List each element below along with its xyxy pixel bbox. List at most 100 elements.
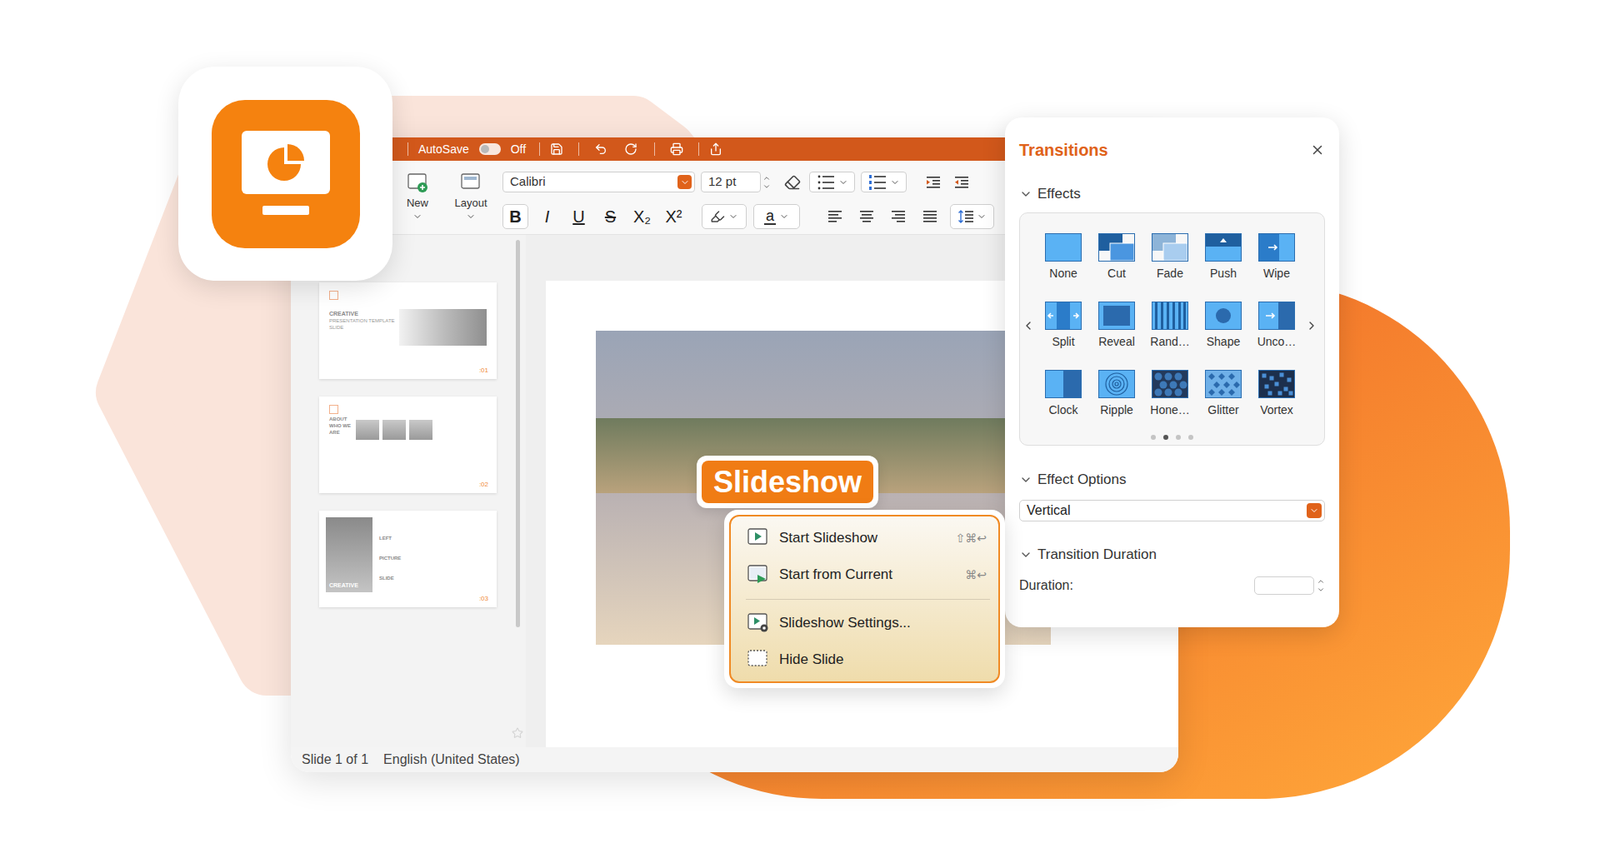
split-effect-icon: [1045, 301, 1082, 330]
line-spacing-button[interactable]: [950, 204, 995, 230]
strike-button[interactable]: S: [597, 204, 624, 230]
start-slideshow-icon: [747, 528, 770, 549]
print-icon[interactable]: [670, 142, 684, 156]
highlight-button[interactable]: [701, 204, 747, 230]
align-right-icon[interactable]: [890, 209, 907, 225]
effect-item[interactable]: Hone…: [1143, 370, 1197, 418]
wipe-effect-icon: [1258, 233, 1295, 262]
effect-option-select[interactable]: Vertical: [1019, 500, 1325, 522]
autosave-state: Off: [510, 140, 526, 159]
page-dot[interactable]: [1188, 435, 1194, 440]
effect-item[interactable]: Ripple: [1090, 370, 1144, 418]
effect-item[interactable]: None: [1036, 233, 1090, 281]
fade-effect-icon: [1151, 233, 1189, 262]
page-dot[interactable]: [1175, 435, 1181, 440]
slide-number: :03: [479, 595, 489, 604]
indent-decrease-icon[interactable]: [953, 175, 970, 190]
bullet-list-icon: [816, 174, 835, 191]
slide-thumbnail[interactable]: CREATIVELEFT PICTURE SLIDE:03: [319, 510, 497, 608]
align-justify-icon[interactable]: [921, 209, 939, 225]
chevron-icon: [728, 211, 739, 222]
sup-button[interactable]: X²: [660, 204, 687, 230]
numbered-list-button[interactable]: [860, 171, 907, 193]
presentation-logo-icon: [239, 130, 333, 218]
italic-button[interactable]: I: [534, 204, 560, 230]
vortex-effect-icon: [1258, 370, 1295, 399]
menu-item[interactable]: Hide Slide: [730, 641, 999, 679]
align-left-icon[interactable]: [826, 209, 844, 225]
bold-button[interactable]: B: [502, 204, 529, 230]
cut-effect-icon: [1098, 233, 1135, 262]
chevron-icon: [779, 211, 790, 222]
new-button[interactable]: New: [395, 171, 440, 222]
language[interactable]: English (United States): [383, 750, 520, 770]
app-icon-card: [178, 66, 393, 281]
effects-grid: NoneCutFadePushWipe SplitRevealRand…Shape…: [1019, 212, 1325, 446]
effect-item[interactable]: Shape: [1196, 301, 1250, 350]
autosave-toggle[interactable]: [479, 143, 501, 155]
decrease-icon[interactable]: [1316, 585, 1325, 595]
font-select[interactable]: Calibri: [502, 171, 695, 193]
scrollbar[interactable]: [515, 240, 520, 628]
section-header[interactable]: Transition Duration: [1019, 543, 1325, 567]
share-icon[interactable]: [709, 142, 723, 156]
undo-icon[interactable]: [594, 142, 608, 156]
underline-button[interactable]: U: [565, 204, 592, 230]
push-effect-icon: [1205, 233, 1242, 262]
slide-title: LEFT PICTURE SLIDE: [379, 535, 401, 581]
effect-item[interactable]: Cut: [1090, 233, 1144, 281]
increase-icon[interactable]: [1316, 577, 1325, 586]
clear-format-icon[interactable]: [784, 174, 801, 191]
effect-item[interactable]: Glitter: [1196, 370, 1250, 418]
menu-item[interactable]: Start Slideshow⇧⌘↩: [730, 520, 999, 557]
settings-slideshow-icon: [747, 613, 770, 634]
slide-number: :02: [479, 480, 489, 490]
section-header[interactable]: Effects: [1019, 182, 1325, 206]
font-color-button[interactable]: a: [753, 204, 800, 230]
slide-thumbnail[interactable]: ABOUT WHO WE ARE:02: [319, 396, 497, 494]
star-icon[interactable]: [511, 727, 524, 740]
page-dot[interactable]: [1150, 435, 1156, 440]
effect-item[interactable]: Push: [1196, 233, 1250, 281]
slide-thumbnail[interactable]: CREATIVEPRESENTATION TEMPLATE SLIDE:01: [319, 282, 497, 380]
close-icon[interactable]: [1310, 142, 1325, 158]
font-size-field[interactable]: 12 pt: [700, 171, 761, 193]
effect-item[interactable]: Unco…: [1250, 301, 1304, 350]
highlighter-icon: [710, 209, 725, 225]
layout-button[interactable]: Layout: [449, 171, 493, 222]
uncover-effect-icon: [1258, 301, 1295, 330]
previous-icon[interactable]: [1021, 319, 1035, 333]
redo-icon[interactable]: [624, 142, 638, 156]
transitions-panel: TransitionsEffectsNoneCutFadePushWipeSpl…: [1005, 117, 1340, 628]
chevron-icon: [1019, 548, 1033, 562]
next-icon[interactable]: [1305, 319, 1319, 333]
numbered-list-icon: [868, 174, 887, 191]
bullet-list-button[interactable]: [809, 171, 855, 193]
increase-icon[interactable]: [762, 174, 771, 183]
status-bar: Slide 1 of 1 English (United States): [290, 747, 1179, 773]
slide-image: [409, 420, 433, 440]
slide-position: Slide 1 of 1: [301, 750, 369, 770]
indent-increase-icon[interactable]: [925, 175, 942, 190]
effect-item[interactable]: Rand…: [1143, 301, 1197, 350]
effect-item[interactable]: Clock: [1036, 370, 1090, 418]
section-header[interactable]: Effect Options: [1019, 468, 1325, 492]
decrease-icon[interactable]: [762, 182, 771, 191]
menu-item[interactable]: Start from Current⌘↩: [730, 556, 999, 594]
effect-item[interactable]: Vortex: [1250, 370, 1304, 418]
effect-item[interactable]: Wipe: [1250, 233, 1304, 281]
menu-item[interactable]: Slideshow Settings...: [730, 605, 999, 642]
slideshow-menu: Start Slideshow⇧⌘↩Start from Current⌘↩ Sl…: [724, 510, 1005, 689]
effect-item[interactable]: Fade: [1143, 233, 1197, 281]
current-slideshow-icon: [747, 565, 770, 585]
line-spacing-icon: [957, 209, 975, 225]
new-icon: [406, 171, 429, 194]
duration-field[interactable]: [1254, 576, 1315, 595]
slide-pane: CREATIVEPRESENTATION TEMPLATE SLIDE:01 AB…: [290, 235, 526, 748]
effect-item[interactable]: Reveal: [1090, 301, 1144, 350]
align-center-icon[interactable]: [858, 209, 875, 225]
save-icon[interactable]: [550, 142, 564, 156]
sub-button[interactable]: X₂: [629, 204, 655, 230]
effect-item[interactable]: Split: [1036, 301, 1090, 350]
page-dot[interactable]: [1163, 435, 1169, 440]
